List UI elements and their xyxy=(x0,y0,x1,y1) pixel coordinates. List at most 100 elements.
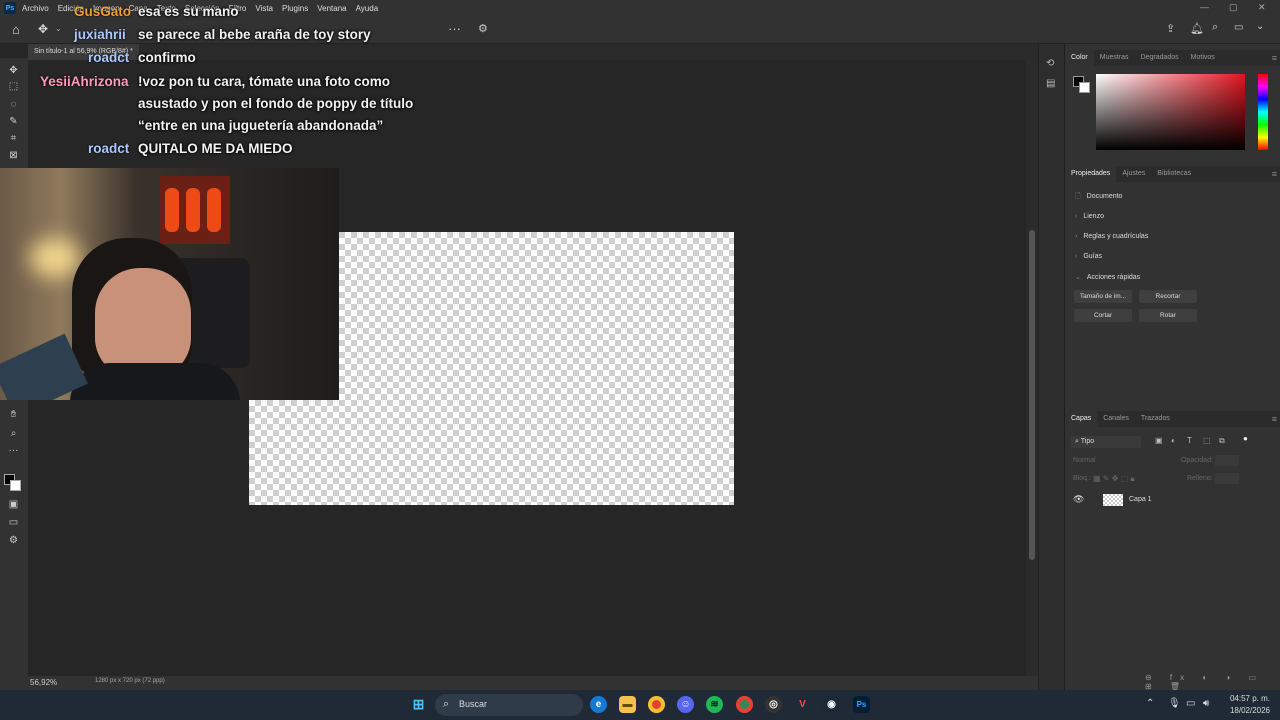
cut-button[interactable]: Cortar xyxy=(1074,309,1132,322)
tab-motivos[interactable]: Motivos xyxy=(1185,50,1221,66)
panel-menu-icon[interactable]: ≡ xyxy=(1272,50,1277,66)
section-acciones-rapidas[interactable]: ⌄ Acciones rápidas xyxy=(1075,273,1140,281)
chevron-down-icon[interactable]: ⌄ xyxy=(55,24,62,33)
vertical-scrollbar[interactable] xyxy=(1026,60,1038,676)
tab-ajustes[interactable]: Ajustes xyxy=(1116,166,1151,182)
eye-icon[interactable]: 👁︎ xyxy=(1073,494,1084,505)
clock-date[interactable]: 18/02/2026 xyxy=(1226,706,1270,715)
blend-mode-select[interactable]: Normal xyxy=(1073,457,1096,464)
fill-field[interactable] xyxy=(1215,473,1239,484)
home-icon[interactable]: ⌂ xyxy=(12,22,20,37)
comments-icon[interactable]: ▤ xyxy=(1046,78,1055,89)
opacity-label: Opacidad: xyxy=(1181,457,1213,464)
edit-toolbar-icon[interactable]: ⚙ xyxy=(6,534,21,548)
color-picker-field[interactable] xyxy=(1096,74,1245,150)
chat-message: QUITALO ME DA MIEDO xyxy=(138,141,293,156)
screen-mode-icon[interactable]: ▭ xyxy=(6,516,21,530)
tab-trazados[interactable]: Trazados xyxy=(1135,411,1176,427)
photoshop-logo-icon: Ps xyxy=(4,2,16,14)
file-explorer-icon[interactable]: ▬ xyxy=(619,696,636,713)
discord-icon[interactable]: ☺ xyxy=(677,696,694,713)
chevron-down-icon[interactable]: ⌄ xyxy=(1256,21,1264,32)
taskbar-search[interactable]: ⌕ Buscar xyxy=(435,694,583,716)
search-icon[interactable]: ⌕ xyxy=(1212,21,1218,34)
quick-mask-icon[interactable]: ▣ xyxy=(6,498,21,512)
share-icon[interactable]: ⇪ xyxy=(1166,22,1175,35)
filter-adjustment-icon[interactable]: ◐ xyxy=(1171,436,1176,445)
tab-canales[interactable]: Canales xyxy=(1097,411,1135,427)
panel-menu-icon[interactable]: ≡ xyxy=(1272,166,1277,182)
crop-button[interactable]: Recortar xyxy=(1139,290,1197,303)
steam-icon[interactable]: ◉ xyxy=(823,696,840,713)
document-icon: 🗋︎ xyxy=(1075,193,1081,200)
rotate-button[interactable]: Rotar xyxy=(1139,309,1197,322)
notifications-icon[interactable]: 🔔︎ xyxy=(1190,22,1204,35)
filter-shape-icon[interactable]: ⬚ xyxy=(1203,436,1211,445)
zoom-tool-icon[interactable]: ⌕ xyxy=(6,427,21,441)
scroll-thumb[interactable] xyxy=(1029,230,1035,560)
chrome-profile-icon[interactable] xyxy=(736,696,753,713)
menu-archivo[interactable]: Archivo xyxy=(22,4,49,13)
layer-row[interactable]: 👁︎ Capa 1 xyxy=(1067,492,1279,508)
section-lienzo[interactable]: › Lienzo xyxy=(1075,213,1104,220)
clock-time[interactable]: 04:57 p. m. xyxy=(1226,694,1270,703)
crop-tool-icon[interactable]: ⌗ xyxy=(6,132,21,146)
hand-tool-icon[interactable]: ✋︎ xyxy=(6,408,21,422)
image-size-button[interactable]: Tamaño de im... xyxy=(1074,290,1132,303)
layers-panel-tabs: Capas Canales Trazados ≡ xyxy=(1065,411,1280,427)
section-guias[interactable]: › Guías xyxy=(1075,253,1102,260)
spotify-icon[interactable]: ≋ xyxy=(706,696,723,713)
layer-actions-bar[interactable]: ⊖ fx ◐ ◑ ▭ ⊞ 🗑︎ xyxy=(1145,673,1280,691)
minimize-icon[interactable]: — xyxy=(1200,2,1209,12)
valorant-icon[interactable]: V xyxy=(794,696,811,713)
volume-icon[interactable]: 🔊︎ xyxy=(1203,698,1209,709)
lock-icons[interactable]: ▦ ✎ ✥ ⬚ 🔒︎ xyxy=(1093,474,1135,484)
background-color-icon[interactable] xyxy=(10,480,21,491)
opacity-field[interactable] xyxy=(1215,455,1239,466)
network-icon[interactable]: ▭ xyxy=(1186,698,1195,709)
hue-slider[interactable] xyxy=(1258,74,1268,150)
menu-vista[interactable]: Vista xyxy=(255,4,273,13)
filter-smart-object-icon[interactable]: ⧉ xyxy=(1219,436,1225,446)
tab-propiedades[interactable]: Propiedades xyxy=(1065,166,1117,182)
layer-filter-label: Tipo xyxy=(1080,438,1095,445)
gear-icon[interactable]: ⚙ xyxy=(478,22,488,35)
background-swatch[interactable] xyxy=(1079,82,1090,93)
tab-bibliotecas[interactable]: Bibliotecas xyxy=(1151,166,1197,182)
webcam-overlay xyxy=(0,168,339,400)
start-icon[interactable]: ⊞ xyxy=(410,696,427,713)
history-icon[interactable]: ⟲ xyxy=(1046,58,1054,69)
move-tool-icon[interactable]: ✥ xyxy=(38,22,48,36)
tab-muestras[interactable]: Muestras xyxy=(1094,50,1135,66)
marquee-tool-icon[interactable]: ⬚ xyxy=(6,80,21,94)
microphone-icon[interactable]: 🎙︎ xyxy=(1168,698,1181,709)
more-options-icon[interactable]: ··· xyxy=(448,21,461,36)
maximize-icon[interactable]: ▢ xyxy=(1229,2,1238,13)
zoom-level[interactable]: 56,92% xyxy=(30,678,57,687)
quick-selection-icon[interactable]: ✎ xyxy=(6,115,21,129)
document-dimensions: 1280 px x 720 px (72 ppp) xyxy=(95,678,165,684)
tab-degradados[interactable]: Degradados xyxy=(1135,50,1185,66)
menu-ayuda[interactable]: Ayuda xyxy=(356,4,379,13)
menu-ventana[interactable]: Ventana xyxy=(317,4,346,13)
tab-color[interactable]: Color xyxy=(1065,50,1094,66)
menu-plugins[interactable]: Plugins xyxy=(282,4,308,13)
close-icon[interactable]: ✕ xyxy=(1258,2,1266,13)
tray-chevron-up-icon[interactable]: ⌃ xyxy=(1146,698,1154,709)
frame-tool-icon[interactable]: ⊠ xyxy=(6,149,21,163)
filter-image-icon[interactable]: ▣ xyxy=(1155,436,1163,445)
move-tool-icon[interactable]: ✥ xyxy=(6,64,21,78)
panel-menu-icon[interactable]: ≡ xyxy=(1272,411,1277,427)
filter-toggle-icon[interactable]: ● xyxy=(1243,434,1248,443)
workspace-icon[interactable]: ▭ xyxy=(1234,22,1243,33)
layer-filter-select[interactable]: ⌕ Tipo xyxy=(1071,436,1141,448)
photoshop-icon[interactable]: Ps xyxy=(853,696,870,713)
obs-icon[interactable]: ◎ xyxy=(765,696,782,713)
chrome-icon[interactable] xyxy=(648,696,665,713)
tab-capas[interactable]: Capas xyxy=(1065,411,1098,427)
edge-icon[interactable]: e xyxy=(590,696,607,713)
section-reglas[interactable]: › Reglas y cuadrículas xyxy=(1075,233,1148,240)
filter-text-icon[interactable]: T xyxy=(1187,436,1192,445)
more-tools-icon[interactable]: ··· xyxy=(6,444,21,458)
lasso-tool-icon[interactable]: ◌ xyxy=(6,98,21,112)
